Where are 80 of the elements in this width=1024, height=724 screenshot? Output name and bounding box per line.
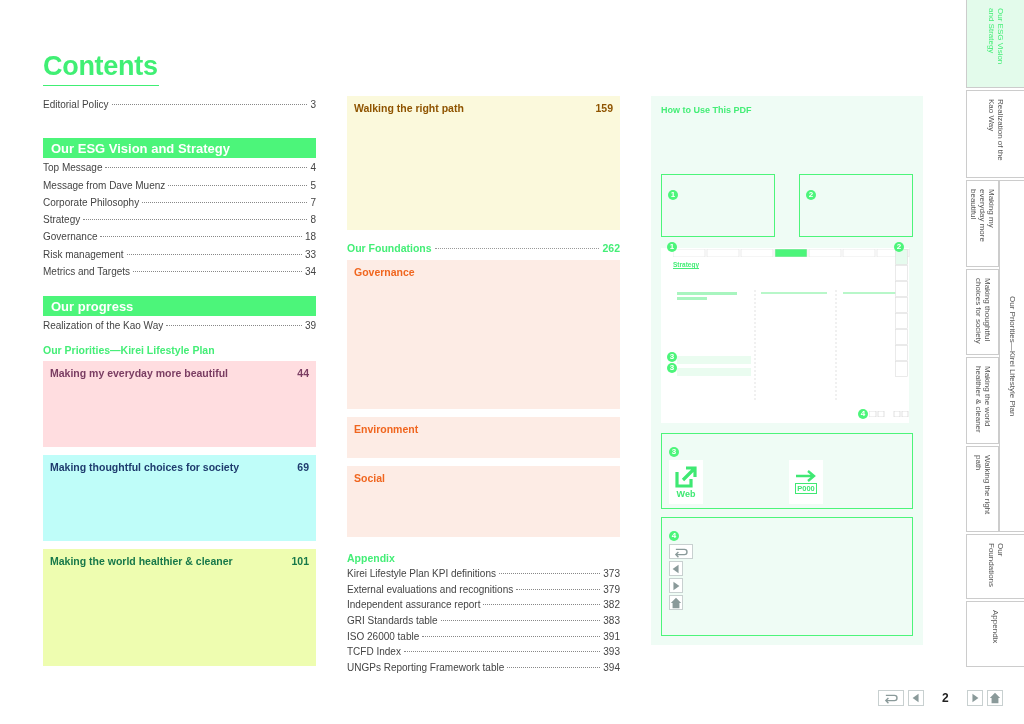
card-title: Governance [354,266,415,279]
page-number: 4 [310,161,316,176]
page-title: Contents [43,50,159,86]
page-number: 382 [603,598,620,613]
section-card[interactable]: Making my everyday more beautiful 44 [43,360,316,447]
card-title: Making the world healthier & cleaner [50,554,233,567]
section-card[interactable]: Making thoughtful choices for society 69 [43,454,316,541]
card-title: Walking the right path [354,102,464,114]
home-button[interactable] [986,690,1003,706]
toc-entry[interactable]: ISO 26000 table [347,628,420,645]
arrow-icon [795,470,817,482]
section-card[interactable]: Making the world healthier & cleaner 101 [43,548,316,666]
side-tab[interactable]: Making thoughtful choices for society [966,268,999,355]
toc-entry[interactable]: Message from Dave Muenz [43,176,166,194]
home-icon [670,596,682,609]
toc-entry[interactable]: Metrics and Targets [43,263,131,281]
page-number: 391 [603,629,620,644]
side-tab[interactable]: Walking the right path [966,445,999,532]
side-tab[interactable]: Appendix [966,601,1024,667]
page-number: 5 [310,178,316,193]
toc-entry[interactable]: Editorial Policy [43,96,109,114]
page-number: 2 [942,691,949,705]
previous-icon [910,692,922,704]
page-number: 383 [603,614,620,629]
side-tab[interactable]: Making my everyday more beautiful [966,180,999,267]
home-icon [988,692,1001,704]
page-number: 33 [304,247,316,262]
page-number: 39 [304,319,316,334]
page-number: 394 [603,660,620,675]
external-link-icon [675,465,697,488]
page-number: 159 [595,102,613,114]
toc-entry[interactable]: Corporate Philosophy [43,193,140,212]
toc-entry[interactable]: Top Message [43,159,103,177]
page-number: 393 [603,645,620,660]
card-title: Making thoughtful choices for society [50,460,239,473]
number-marker: 1 [667,242,677,252]
page-number: 262 [602,241,620,256]
toc-entry[interactable]: TCFD Index [347,644,401,660]
card-title: Environment [354,423,419,436]
side-tab[interactable]: Making the world healthier & cleaner [966,357,999,444]
toc-entry[interactable]: UNGPs Reporting Framework table [347,659,505,676]
icon-label: Web [676,488,696,499]
page-number: 44 [297,366,309,379]
number-marker: 3 [667,363,677,373]
next-page-button[interactable] [966,690,983,706]
page-number: 69 [297,460,309,473]
next-icon [670,579,682,592]
previous-icon [670,562,682,575]
return-button[interactable] [878,690,904,706]
toc-entry[interactable]: Strategy [43,211,81,229]
card-title: Making my everyday more beautiful [50,366,228,379]
page-number: 34 [304,265,316,280]
previous-page-button[interactable] [908,690,924,706]
page-number: 8 [310,213,316,228]
page-number: 7 [310,195,316,210]
number-marker: 4 [669,531,679,541]
toc-entry[interactable]: GRI Standards table [347,613,438,629]
toc-entry[interactable]: Realization of the Kao Way [43,317,164,335]
panel-title: How to Use This PDF [661,105,753,117]
side-tab[interactable]: Our Priorities—Kirei Lifestyle Plan [999,180,1024,532]
side-tab[interactable]: Our Foundations [966,534,1024,599]
toc-entry[interactable]: Kirei Lifestyle Plan KPI definitions [347,566,496,582]
toc-entry[interactable]: Risk management [43,245,124,264]
number-marker: 3 [667,352,677,362]
page-number: 373 [603,567,620,582]
toc-entry[interactable]: Independent assurance report [347,597,481,614]
side-tab[interactable]: Realization of the Kao Way [966,90,1024,178]
number-marker: 4 [858,409,868,419]
section-card[interactable]: Walking the right path 159 [347,96,620,230]
number-marker: 1 [668,190,678,200]
page-number: 101 [291,554,309,567]
toc-entry[interactable]: Governance [43,228,98,246]
number-marker: 2 [894,242,904,252]
toc-entry[interactable]: External evaluations and recognitions [347,581,514,598]
page-number: 18 [304,230,316,245]
card-title: Social [354,472,385,485]
number-marker: 2 [806,190,816,200]
page-number: 3 [310,98,316,112]
page-number: 379 [603,582,620,597]
number-marker: 3 [669,447,679,457]
